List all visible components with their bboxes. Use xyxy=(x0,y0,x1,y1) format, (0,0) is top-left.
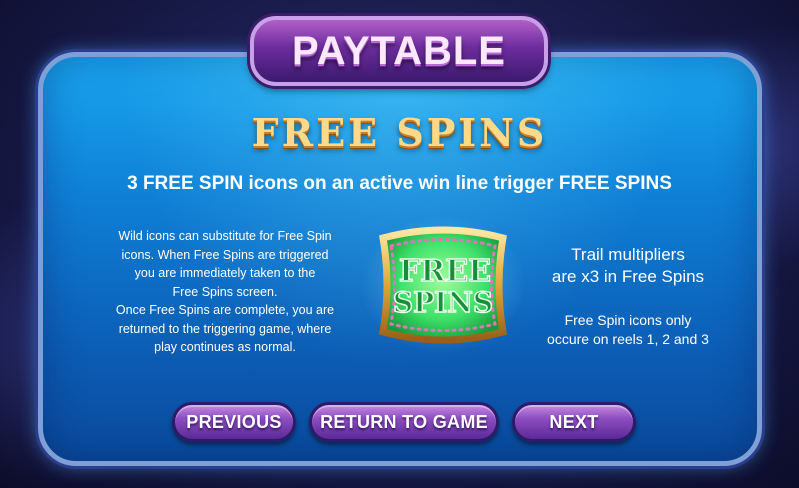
reels-line: occure on reels 1, 2 and 3 xyxy=(547,331,709,347)
free-spins-symbol-icon: FREE SPINS xyxy=(353,209,533,359)
rules-line: play continues as normal. xyxy=(154,340,296,354)
rules-line: you are immediately taken to the xyxy=(134,266,316,280)
multiplier-line: are x3 in Free Spins xyxy=(551,267,705,286)
free-spins-rules: Wild icons can substitute for Free Spin … xyxy=(90,227,360,357)
reels-info: Free Spin icons only occure on reels 1, … xyxy=(528,311,728,349)
previous-button[interactable]: PREVIOUS xyxy=(172,402,296,442)
reels-line: Free Spin icons only xyxy=(564,312,692,328)
paytable-title-tab: PAYTABLE xyxy=(250,16,548,86)
rules-line: icons. When Free Spins are triggered xyxy=(121,247,329,262)
paytable-title: PAYTABLE xyxy=(292,28,506,73)
trigger-description: 3 FREE SPIN icons on an active win line … xyxy=(127,173,672,194)
symbol-free-text: FREE xyxy=(399,254,491,289)
trail-multiplier-info: Trail multipliers are x3 in Free Spins xyxy=(528,244,728,288)
return-to-game-button[interactable]: RETURN TO GAME xyxy=(309,402,499,442)
section-heading: FREE SPINS xyxy=(251,110,548,155)
rules-line: returned to the triggering game, where xyxy=(118,321,332,336)
rules-line: Once Free Spins are complete, you are xyxy=(115,303,335,317)
rules-line: Wild icons can substitute for Free Spin xyxy=(118,229,332,243)
symbol-spins-text: SPINS xyxy=(393,286,493,319)
multiplier-line: Trail multipliers xyxy=(571,245,685,264)
next-button[interactable]: NEXT xyxy=(512,402,636,442)
rules-line: Free Spins screen. xyxy=(172,284,278,299)
